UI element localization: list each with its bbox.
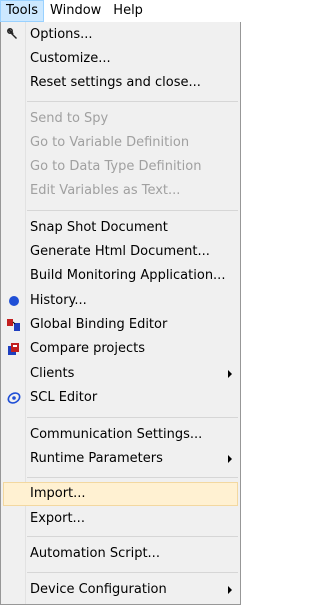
history-icon bbox=[9, 296, 19, 306]
menu-item-label: Clients bbox=[30, 366, 75, 381]
menu-bar: Tools Window Help bbox=[0, 0, 242, 22]
menu-item-options[interactable]: Options... bbox=[3, 23, 238, 47]
menu-item-label: Build Monitoring Application... bbox=[30, 268, 226, 283]
menu-item-label: Generate Html Document... bbox=[30, 244, 210, 259]
menu-item-label: SCL Editor bbox=[30, 390, 98, 405]
menu-separator bbox=[27, 477, 238, 478]
menu-item-global-binding-editor[interactable]: Global Binding Editor bbox=[3, 313, 238, 337]
menubar-window[interactable]: Window bbox=[44, 0, 107, 22]
menu-item-send-to-spy: Send to Spy bbox=[3, 107, 238, 131]
menubar-tools[interactable]: Tools bbox=[0, 0, 45, 22]
menu-item-label: Options... bbox=[30, 27, 93, 42]
menu-item-scl-editor[interactable]: SCL Editor bbox=[3, 386, 238, 410]
menu-item-label: Go to Variable Definition bbox=[30, 135, 190, 150]
menu-item-reset-settings[interactable]: Reset settings and close... bbox=[3, 71, 238, 95]
menu-item-snap-shot-document[interactable]: Snap Shot Document bbox=[3, 216, 238, 240]
menu-item-label: Edit Variables as Text... bbox=[30, 183, 181, 198]
menu-item-label: Automation Script... bbox=[30, 546, 160, 561]
menu-item-go-to-variable-definition: Go to Variable Definition bbox=[3, 131, 238, 155]
menu-separator bbox=[27, 417, 238, 418]
menu-item-go-to-data-type-definition: Go to Data Type Definition bbox=[3, 155, 238, 179]
wrench-icon bbox=[7, 28, 17, 39]
scl-editor-icon bbox=[7, 392, 21, 404]
tools-dropdown-menu: Options... Customize... Reset settings a… bbox=[0, 22, 241, 605]
menu-item-label: Customize... bbox=[30, 51, 111, 66]
menu-separator bbox=[27, 536, 238, 537]
menu-item-label: Global Binding Editor bbox=[30, 317, 168, 332]
menu-item-edit-variables-as-text: Edit Variables as Text... bbox=[3, 179, 238, 203]
menu-separator bbox=[27, 572, 238, 573]
menu-item-device-configuration[interactable]: Device Configuration bbox=[3, 578, 238, 602]
menubar-help[interactable]: Help bbox=[107, 0, 149, 22]
menu-item-label: Export... bbox=[30, 511, 85, 526]
menu-item-customize[interactable]: Customize... bbox=[3, 47, 238, 71]
menu-item-communication-settings[interactable]: Communication Settings... bbox=[3, 423, 238, 447]
menu-item-automation-script[interactable]: Automation Script... bbox=[3, 542, 238, 566]
menu-item-label: Compare projects bbox=[30, 341, 145, 356]
submenu-arrow-icon bbox=[228, 586, 232, 594]
binding-editor-icon bbox=[7, 319, 20, 331]
submenu-arrow-icon bbox=[228, 370, 232, 378]
compare-projects-icon bbox=[8, 343, 19, 355]
menu-item-runtime-parameters[interactable]: Runtime Parameters bbox=[3, 447, 238, 471]
menu-separator bbox=[27, 101, 238, 102]
menu-item-build-monitoring-application[interactable]: Build Monitoring Application... bbox=[3, 264, 238, 288]
menu-item-label: Runtime Parameters bbox=[30, 451, 163, 466]
menu-item-compare-projects[interactable]: Compare projects bbox=[3, 337, 238, 361]
menu-item-label: Import... bbox=[30, 486, 86, 501]
menu-item-label: Snap Shot Document bbox=[30, 220, 168, 235]
submenu-arrow-icon bbox=[228, 455, 232, 463]
menu-item-label: Device Configuration bbox=[30, 582, 167, 597]
menu-item-label: Reset settings and close... bbox=[30, 75, 201, 90]
menu-item-history[interactable]: History... bbox=[3, 289, 238, 313]
menu-separator bbox=[27, 210, 238, 211]
menu-item-import[interactable]: Import... bbox=[3, 482, 238, 506]
menu-item-clients[interactable]: Clients bbox=[3, 362, 238, 386]
menu-item-label: Communication Settings... bbox=[30, 427, 203, 442]
menu-item-label: History... bbox=[30, 293, 87, 308]
menu-item-generate-html-document[interactable]: Generate Html Document... bbox=[3, 240, 238, 264]
menu-item-label: Go to Data Type Definition bbox=[30, 159, 202, 174]
menu-item-export[interactable]: Export... bbox=[3, 507, 238, 531]
menu-item-label: Send to Spy bbox=[30, 111, 109, 126]
